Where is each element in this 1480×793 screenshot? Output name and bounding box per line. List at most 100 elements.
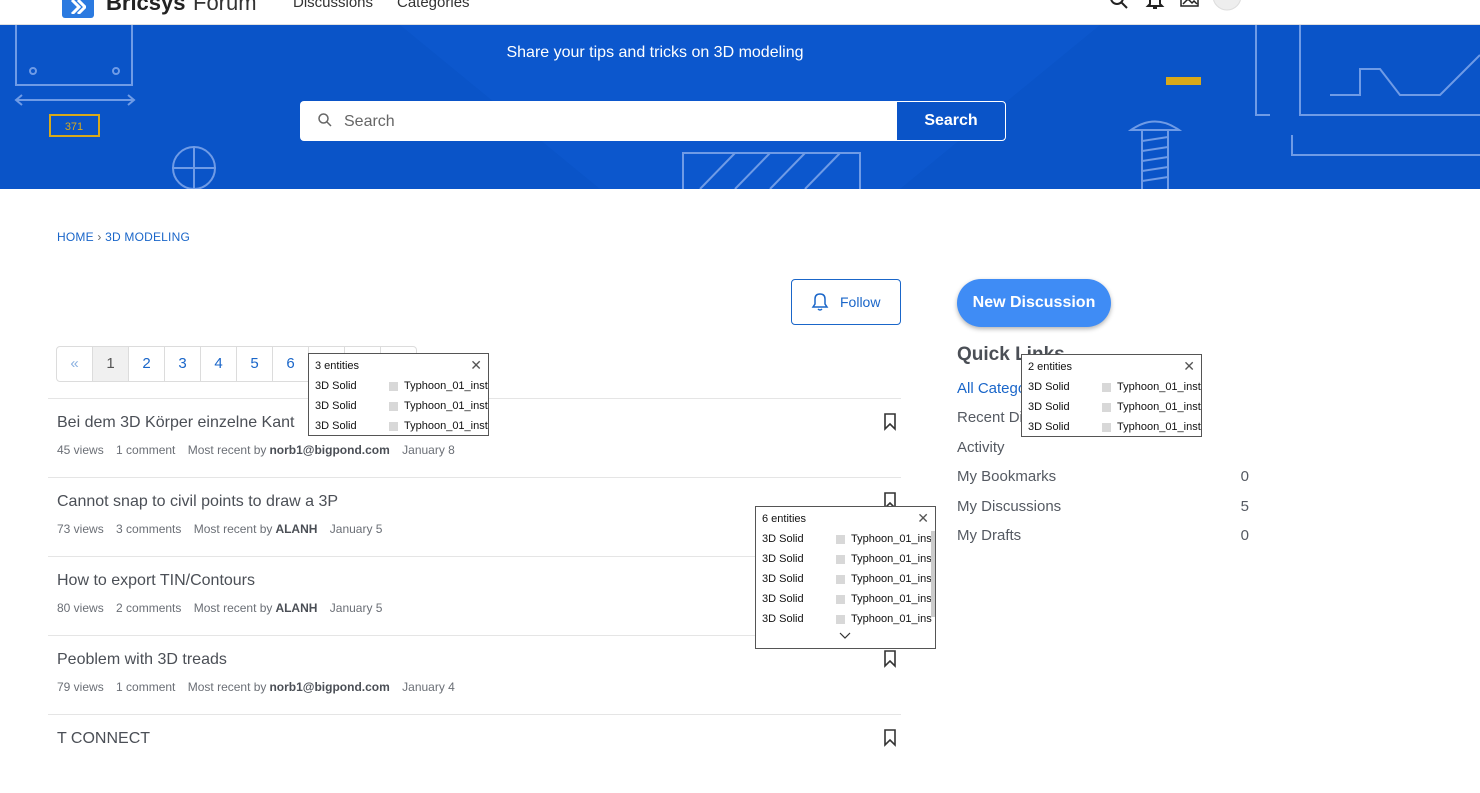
breadcrumb-current[interactable]: 3D MODELING [105, 230, 190, 244]
discussion-title[interactable]: Peoblem with 3D treads [57, 651, 227, 669]
entity-name: Typhoon_01_inst [404, 420, 488, 432]
entity-name: Typhoon_01_inst [1117, 381, 1201, 393]
popup-row[interactable]: 3D Solid Typhoon_01_ins [756, 549, 935, 569]
quick-link-my-bookmarks[interactable]: My Bookmarks 0 [957, 468, 1249, 485]
color-swatch [836, 615, 845, 624]
discussion-meta: 73 views 3 comments Most recent by ALANH … [57, 522, 391, 536]
avatar[interactable] [1212, 0, 1242, 19]
popup-row[interactable]: 3D Solid Typhoon_01_inst [309, 396, 488, 416]
discussion-title[interactable]: How to export TIN/Contours [57, 572, 255, 590]
breadcrumb-home[interactable]: HOME [57, 230, 94, 244]
color-swatch [389, 382, 398, 391]
bookmark-icon[interactable] [883, 729, 897, 752]
comments-count: 1 comment [116, 680, 176, 694]
recent-prefix: Most recent by [187, 443, 267, 457]
views-count: 79 views [57, 680, 104, 694]
image-icon[interactable] [1180, 0, 1200, 15]
breadcrumb-separator: › [97, 230, 102, 244]
color-swatch [1102, 423, 1111, 432]
popup-row[interactable]: 3D Solid Typhoon_01_ins [756, 529, 935, 549]
new-discussion-button[interactable]: New Discussion [957, 279, 1111, 327]
bricsys-logo-icon[interactable] [62, 0, 94, 18]
popup-row[interactable]: 3D Solid Typhoon_01_ins [756, 609, 935, 629]
pager-prev[interactable]: « [57, 347, 93, 381]
pager-page-2[interactable]: 2 [129, 347, 165, 381]
comments-count: 2 comments [116, 601, 182, 615]
search-button[interactable]: Search [896, 101, 1006, 141]
popup-row[interactable]: 3D Solid Typhoon_01_inst [1022, 377, 1201, 397]
nav-categories[interactable]: Categories [397, 0, 470, 11]
close-icon[interactable]: ✕ [917, 510, 929, 527]
bell-icon [811, 293, 829, 311]
recent-prefix: Most recent by [193, 601, 273, 615]
popup-header: 6 entities [762, 513, 807, 525]
brand-name[interactable]: Bricsys [106, 0, 186, 16]
discussion-title[interactable]: Cannot snap to civil points to draw a 3P [57, 493, 338, 511]
recent-user[interactable]: norb1@bigpond.com [269, 443, 389, 457]
discussion-meta: 79 views 1 comment Most recent by norb1@b… [57, 680, 464, 694]
pager-page-3[interactable]: 3 [165, 347, 201, 381]
color-swatch [1102, 383, 1111, 392]
popup-scrollbar[interactable] [931, 531, 935, 617]
quick-link-my-discussions[interactable]: My Discussions 5 [957, 498, 1249, 515]
hero-subtitle: Share your tips and tricks on 3D modelin… [506, 44, 804, 61]
entity-name: Typhoon_01_inst [404, 400, 488, 412]
discussion-meta: 80 views 2 comments Most recent by ALANH … [57, 601, 391, 615]
quick-link-count: 5 [1240, 498, 1249, 515]
quick-link-label: My Drafts [957, 527, 1022, 544]
close-icon[interactable]: ✕ [470, 357, 482, 374]
color-swatch [1102, 403, 1111, 412]
entity-name: Typhoon_01_ins [851, 553, 932, 565]
color-swatch [836, 575, 845, 584]
color-swatch [389, 402, 398, 411]
recent-user[interactable]: ALANH [275, 522, 317, 536]
bookmark-icon[interactable] [883, 650, 897, 673]
entity-popup: 2 entities ✕ 3D Solid Typhoon_01_inst 3D … [1021, 354, 1202, 437]
discussion-title[interactable]: Bei dem 3D Körper einzelne Kant [57, 414, 294, 432]
entity-type: 3D Solid [315, 420, 357, 432]
recent-prefix: Most recent by [193, 522, 273, 536]
popup-row[interactable]: 3D Solid Typhoon_01_inst [309, 416, 488, 435]
search-input[interactable] [342, 101, 886, 143]
bell-icon[interactable] [1145, 0, 1165, 15]
deco-label: 371 [65, 121, 83, 133]
views-count: 73 views [57, 522, 104, 536]
pager-page-5[interactable]: 5 [237, 347, 273, 381]
pager-page-1[interactable]: 1 [93, 347, 129, 381]
quick-link-activity[interactable]: Activity [957, 439, 1249, 456]
entity-name: Typhoon_01_ins [851, 593, 932, 605]
popup-row[interactable]: 3D Solid Typhoon_01_ins [756, 589, 935, 609]
bookmark-icon[interactable] [883, 413, 897, 436]
popup-header: 2 entities [1028, 361, 1073, 373]
recent-date: January 8 [402, 443, 455, 457]
nav-discussions[interactable]: Discussions [293, 0, 373, 11]
recent-user[interactable]: ALANH [275, 601, 317, 615]
pager-page-4[interactable]: 4 [201, 347, 237, 381]
popup-row[interactable]: 3D Solid Typhoon_01_inst [309, 376, 488, 396]
entity-type: 3D Solid [762, 533, 804, 545]
discussion-row[interactable]: T CONNECT [48, 714, 901, 793]
entity-name: Typhoon_01_inst [404, 380, 488, 392]
popup-row[interactable]: 3D Solid Typhoon_01_ins [756, 569, 935, 589]
quick-link-label: Activity [957, 439, 1005, 456]
popup-row[interactable]: 3D Solid Typhoon_01_inst [1022, 397, 1201, 417]
brand-sub[interactable]: Forum [193, 0, 257, 16]
recent-user[interactable]: norb1@bigpond.com [269, 680, 389, 694]
discussion-meta: 45 views 1 comment Most recent by norb1@b… [57, 443, 464, 457]
pager-page-6[interactable]: 6 [273, 347, 309, 381]
popup-row[interactable]: 3D Solid Typhoon_01_inst [1022, 417, 1201, 436]
comments-count: 1 comment [116, 443, 176, 457]
search-icon[interactable] [1110, 0, 1130, 15]
close-icon[interactable]: ✕ [1183, 358, 1195, 375]
search-icon [318, 113, 332, 132]
quick-link-count: 0 [1240, 468, 1249, 485]
follow-button[interactable]: Follow [791, 279, 901, 325]
color-swatch [389, 422, 398, 431]
entity-type: 3D Solid [1028, 421, 1070, 433]
popup-header: 3 entities [315, 360, 360, 372]
search-field-wrapper[interactable] [300, 101, 896, 143]
discussion-title[interactable]: T CONNECT [57, 730, 150, 748]
quick-link-my-drafts[interactable]: My Drafts 0 [957, 527, 1249, 544]
entity-type: 3D Solid [315, 380, 357, 392]
chevron-down-icon[interactable] [839, 631, 851, 643]
